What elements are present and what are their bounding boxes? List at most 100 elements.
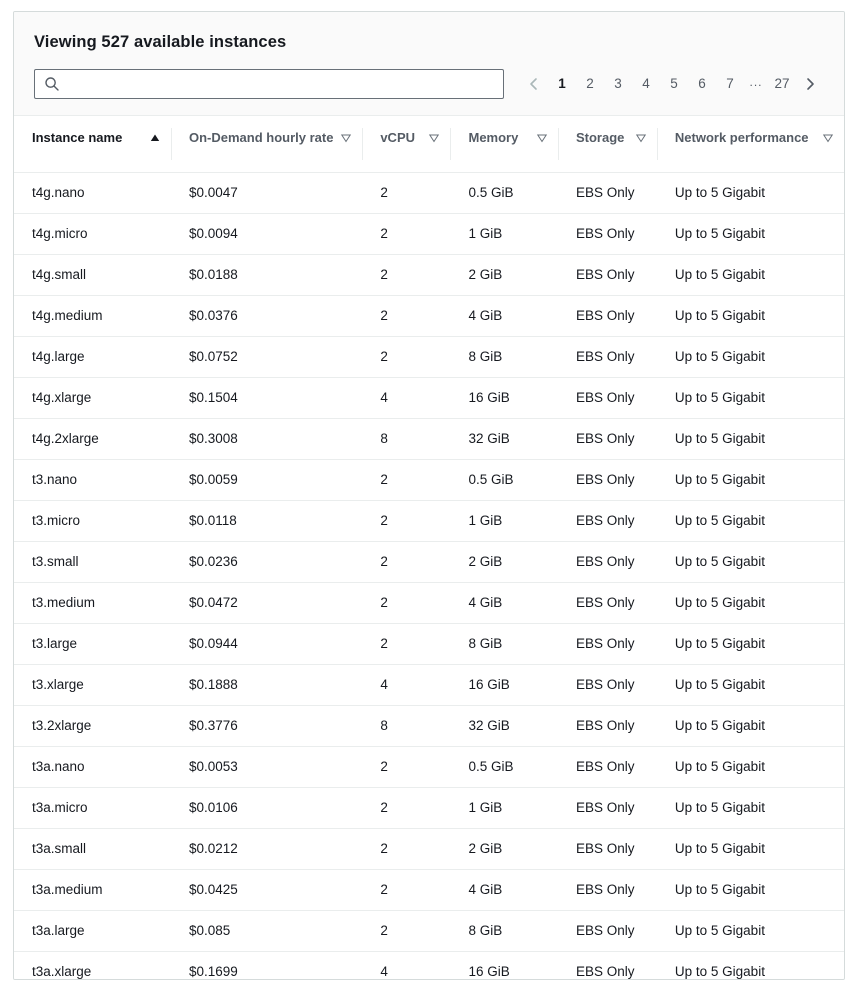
cell-vcpu: 2 [362,828,451,870]
sort-descending-icon [536,134,548,143]
pagination-page-6[interactable]: 6 [688,70,716,98]
sort-descending-icon [341,134,352,143]
cell-instance-name: t3.large [14,623,171,665]
cell-memory: 16 GiB [450,664,558,706]
pagination-page-4[interactable]: 4 [632,70,660,98]
table-row[interactable]: t3a.medium $0.0425 2 4 GiB EBS Only Up to 5 G… [14,869,844,911]
column-header-on-demand-hourly-rate[interactable]: On-Demand hourly rate [170,116,363,173]
cell-memory: 16 GiB [450,377,558,419]
cell-storage: EBS Only [557,418,657,460]
sort-descending-icon [822,134,834,143]
cell-storage: EBS Only [557,377,657,419]
table-row[interactable]: t4g.medium $0.0376 2 4 GiB EBS Only Up to 5 G… [14,295,844,337]
cell-hourly-rate: $0.1888 [170,664,363,706]
cell-instance-name: t3.small [14,541,171,583]
cell-instance-name: t4g.micro [14,213,171,255]
cell-hourly-rate: $0.1699 [170,951,363,979]
pagination-prev-button[interactable] [520,70,548,98]
table-row[interactable]: t4g.large $0.0752 2 8 GiB EBS Only Up to 5 Gi… [14,336,844,378]
cell-vcpu: 2 [362,213,451,255]
pagination-page-7[interactable]: 7 [716,70,744,98]
cell-hourly-rate: $0.0425 [170,869,363,911]
cell-instance-name: t3.2xlarge [14,705,171,747]
table-row[interactable]: t3.micro $0.0118 2 1 GiB EBS Only Up to 5 Gig… [14,500,844,542]
cell-vcpu: 8 [362,418,451,460]
cell-network-performance: Up to 5 Gigabit [656,623,844,665]
cell-vcpu: 2 [362,623,451,665]
cell-network-performance: Up to 5 Gigabit [656,336,844,378]
cell-instance-name: t3a.nano [14,746,171,788]
cell-network-performance: Up to 5 Gigabit [656,213,844,255]
cell-vcpu: 2 [362,541,451,583]
table-row[interactable]: t4g.nano $0.0047 2 0.5 GiB EBS Only Up to 5 G… [14,172,844,214]
column-header-storage[interactable]: Storage [557,116,657,173]
table-body: t4g.nano $0.0047 2 0.5 GiB EBS Only Up to 5 G… [14,172,844,979]
table-header-row: Instance name On-Demand hourly rate vCPU… [14,116,844,173]
cell-network-performance: Up to 5 Gigabit [656,377,844,419]
cell-hourly-rate: $0.085 [170,910,363,952]
column-divider [362,128,364,160]
table-row[interactable]: t4g.xlarge $0.1504 4 16 GiB EBS Only Up to 5 … [14,377,844,419]
table-row[interactable]: t3a.large $0.085 2 8 GiB EBS Only Up to 5 Gig… [14,910,844,952]
cell-storage: EBS Only [557,213,657,255]
cell-instance-name: t4g.nano [14,172,171,214]
table-row[interactable]: t3a.micro $0.0106 2 1 GiB EBS Only Up to 5 Gi… [14,787,844,829]
column-header-network-performance[interactable]: Network performance [656,116,844,173]
pagination-page-5[interactable]: 5 [660,70,688,98]
table-row[interactable]: t4g.micro $0.0094 2 1 GiB EBS Only Up to 5 Gi… [14,213,844,255]
table-row[interactable]: t4g.2xlarge $0.3008 8 32 GiB EBS Only Up to 5… [14,418,844,460]
cell-instance-name: t4g.large [14,336,171,378]
table-row[interactable]: t4g.small $0.0188 2 2 GiB EBS Only Up to 5 Gi… [14,254,844,296]
cell-memory: 8 GiB [450,336,558,378]
pagination-page-last[interactable]: 27 [768,70,796,98]
search-icon [45,76,59,91]
table-row[interactable]: t3.xlarge $0.1888 4 16 GiB EBS Only Up to 5 G… [14,664,844,706]
cell-memory: 1 GiB [450,500,558,542]
pagination-page-2[interactable]: 2 [576,70,604,98]
table-row[interactable]: t3.nano $0.0059 2 0.5 GiB EBS Only Up to 5 Gi… [14,459,844,501]
cell-instance-name: t4g.small [14,254,171,296]
cell-vcpu: 2 [362,500,451,542]
column-header-instance-name[interactable]: Instance name [14,116,171,173]
cell-hourly-rate: $0.3008 [170,418,363,460]
cell-vcpu: 2 [362,910,451,952]
cell-hourly-rate: $0.0053 [170,746,363,788]
cell-network-performance: Up to 5 Gigabit [656,500,844,542]
cell-memory: 4 GiB [450,295,558,337]
chevron-right-icon [807,77,814,90]
cell-storage: EBS Only [557,541,657,583]
pagination-next-button[interactable] [796,70,824,98]
cell-vcpu: 2 [362,336,451,378]
pagination-page-3[interactable]: 3 [604,70,632,98]
cell-memory: 32 GiB [450,418,558,460]
pagination-page-1[interactable]: 1 [548,70,576,98]
cell-memory: 0.5 GiB [450,459,558,501]
cell-hourly-rate: $0.0094 [170,213,363,255]
table-row[interactable]: t3a.nano $0.0053 2 0.5 GiB EBS Only Up to 5 G… [14,746,844,788]
table-row[interactable]: t3a.xlarge $0.1699 4 16 GiB EBS Only Up to 5 … [14,951,844,979]
table-row[interactable]: t3a.small $0.0212 2 2 GiB EBS Only Up to 5 Gi… [14,828,844,870]
search-box[interactable] [34,68,504,99]
column-header-label: Instance name [32,130,123,145]
cell-vcpu: 4 [362,377,451,419]
cell-hourly-rate: $0.0236 [170,541,363,583]
column-header-label: Network performance [674,130,809,145]
column-header-memory[interactable]: Memory [450,116,558,173]
table-row[interactable]: t3.large $0.0944 2 8 GiB EBS Only Up to 5 Gig… [14,623,844,665]
cell-hourly-rate: $0.0752 [170,336,363,378]
cell-network-performance: Up to 5 Gigabit [656,910,844,952]
cell-hourly-rate: $0.0188 [170,254,363,296]
table-row[interactable]: t3.small $0.0236 2 2 GiB EBS Only Up to 5 Gig… [14,541,844,583]
column-divider [557,128,559,160]
cell-vcpu: 2 [362,459,451,501]
instances-table: Instance name On-Demand hourly rate vCPU… [14,116,844,979]
column-header-vcpu[interactable]: vCPU [362,116,451,173]
cell-storage: EBS Only [557,295,657,337]
cell-vcpu: 2 [362,746,451,788]
cell-instance-name: t3.medium [14,582,171,624]
cell-storage: EBS Only [557,623,657,665]
cell-network-performance: Up to 5 Gigabit [656,418,844,460]
table-row[interactable]: t3.medium $0.0472 2 4 GiB EBS Only Up to 5 Gi… [14,582,844,624]
table-row[interactable]: t3.2xlarge $0.3776 8 32 GiB EBS Only Up to 5 … [14,705,844,747]
search-input[interactable] [60,70,503,97]
